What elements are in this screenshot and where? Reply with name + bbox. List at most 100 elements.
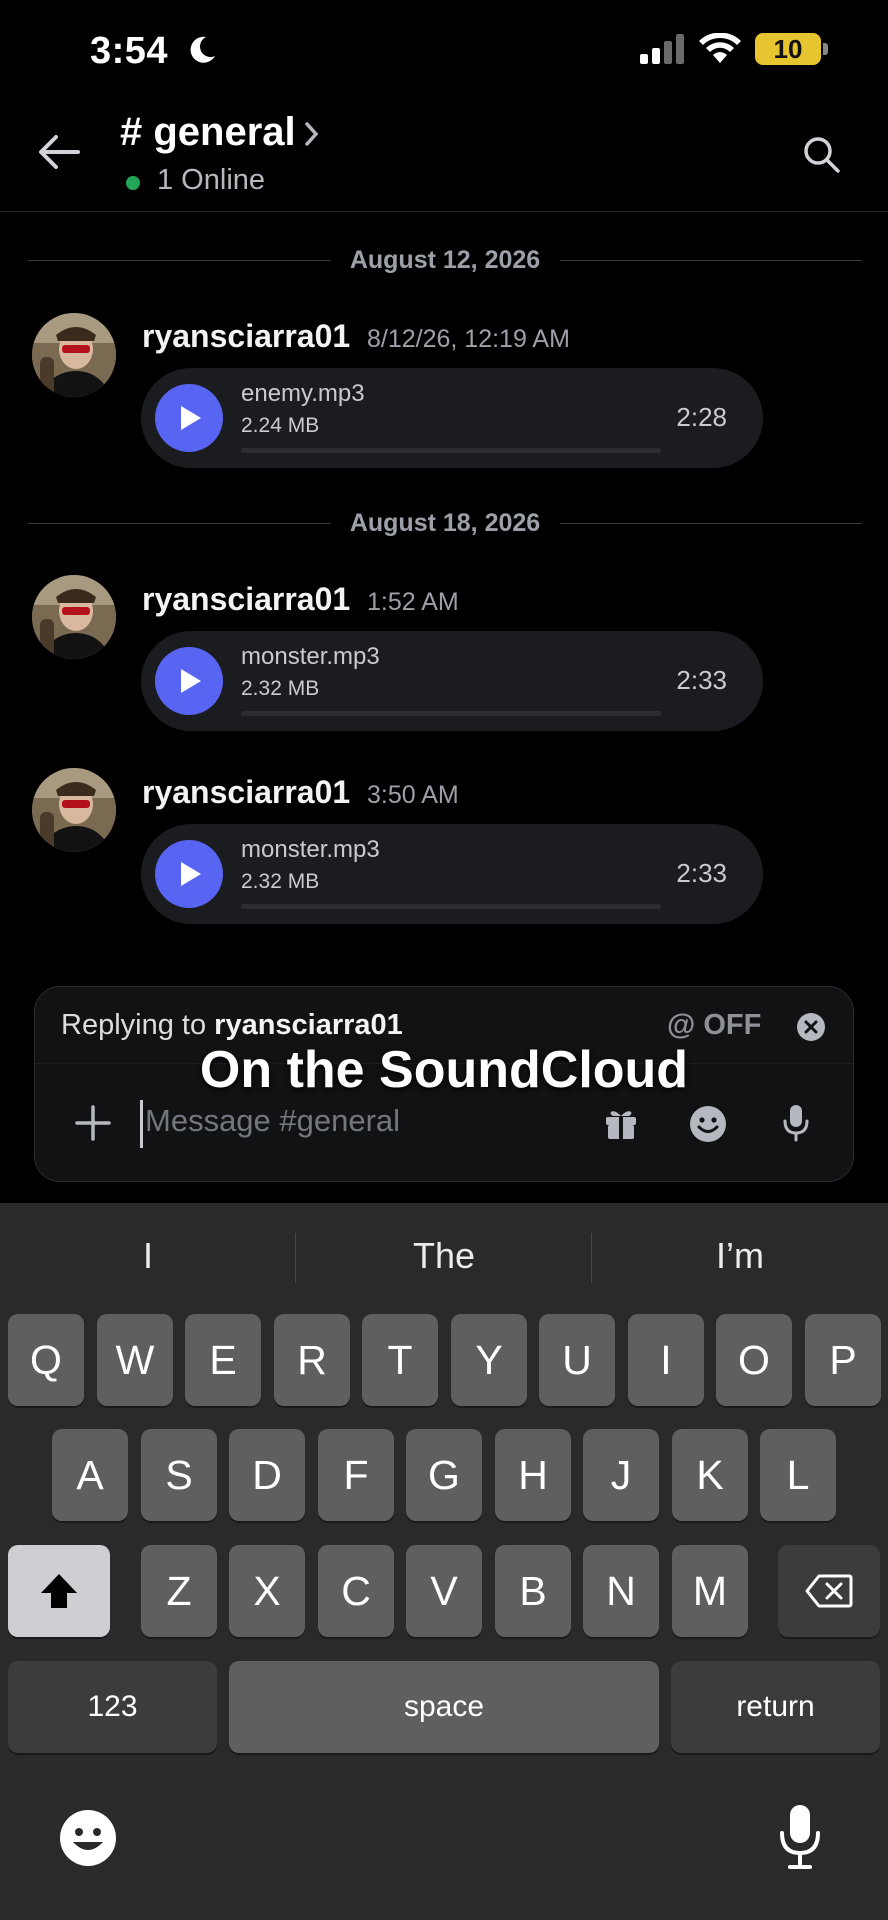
audio-progress-track[interactable] [241, 448, 661, 453]
status-time: 3:54 [90, 30, 169, 72]
key-i[interactable]: I [628, 1314, 704, 1406]
signal-icon [640, 34, 684, 64]
shift-icon [41, 1574, 77, 1608]
audio-duration: 2:28 [676, 402, 727, 432]
key-o[interactable]: O [716, 1314, 792, 1406]
microphone-icon[interactable] [781, 1103, 811, 1143]
avatar[interactable] [32, 768, 116, 852]
key-a[interactable]: A [52, 1429, 128, 1521]
play-icon [181, 406, 201, 430]
header-divider [0, 211, 888, 212]
audio-progress-track[interactable] [241, 711, 661, 716]
key-v[interactable]: V [406, 1545, 482, 1637]
suggestion-3[interactable]: I’m [600, 1235, 880, 1277]
keyboard: I The I’m Q W E R T Y U I O P A S D F G … [0, 1203, 888, 1920]
key-k[interactable]: K [672, 1429, 748, 1521]
play-icon [181, 862, 201, 886]
gift-icon[interactable] [603, 1105, 639, 1141]
plus-icon[interactable] [75, 1105, 111, 1141]
emoji-keyboard-icon[interactable] [58, 1808, 118, 1868]
key-w[interactable]: W [97, 1314, 173, 1406]
key-q[interactable]: Q [8, 1314, 84, 1406]
audio-filesize: 2.32 MB [241, 677, 320, 700]
video-caption: On the SoundCloud [199, 1041, 689, 1099]
search-icon[interactable] [802, 135, 842, 175]
key-t[interactable]: T [362, 1314, 438, 1406]
message-timestamp: 3:50 AM [367, 781, 459, 809]
shift-key[interactable] [8, 1545, 110, 1637]
message-username[interactable]: ryansciarra01 [142, 318, 350, 355]
back-arrow-icon[interactable] [38, 134, 80, 170]
key-u[interactable]: U [539, 1314, 615, 1406]
date-label: August 12, 2026 [349, 245, 541, 274]
key-y[interactable]: Y [451, 1314, 527, 1406]
message-username[interactable]: ryansciarra01 [142, 581, 350, 618]
suggestion-separator [591, 1233, 592, 1283]
play-icon [181, 669, 201, 693]
reply-banner: Replying to ryansciarra01 [61, 1009, 403, 1042]
key-g[interactable]: G [406, 1429, 482, 1521]
audio-filename[interactable]: enemy.mp3 [241, 380, 365, 408]
space-key[interactable]: space [229, 1661, 659, 1753]
chevron-right-icon[interactable] [302, 118, 322, 150]
close-icon [804, 1020, 818, 1034]
play-button[interactable] [155, 384, 223, 452]
audio-filesize: 2.24 MB [241, 414, 320, 437]
return-key[interactable]: return [671, 1661, 880, 1753]
key-z[interactable]: Z [141, 1545, 217, 1637]
key-n[interactable]: N [583, 1545, 659, 1637]
key-b[interactable]: B [495, 1545, 571, 1637]
text-caret [140, 1100, 143, 1148]
online-status-dot [126, 176, 140, 190]
date-divider: August 12, 2026 [28, 242, 863, 278]
key-l[interactable]: L [760, 1429, 836, 1521]
avatar-image [32, 313, 116, 397]
wifi-icon [699, 33, 741, 63]
key-r[interactable]: R [274, 1314, 350, 1406]
key-c[interactable]: C [318, 1545, 394, 1637]
key-m[interactable]: M [672, 1545, 748, 1637]
message-timestamp: 8/12/26, 12:19 AM [367, 325, 570, 353]
key-j[interactable]: J [583, 1429, 659, 1521]
message-timestamp: 1:52 AM [367, 588, 459, 616]
emoji-icon[interactable] [689, 1105, 727, 1143]
play-button[interactable] [155, 647, 223, 715]
audio-attachment: enemy.mp3 2.24 MB 2:28 [141, 368, 763, 468]
suggestion-1[interactable]: I [8, 1235, 288, 1277]
key-s[interactable]: S [141, 1429, 217, 1521]
avatar-image [32, 768, 116, 852]
audio-duration: 2:33 [676, 858, 727, 888]
audio-filename[interactable]: monster.mp3 [241, 643, 380, 671]
audio-duration: 2:33 [676, 665, 727, 695]
mention-toggle[interactable]: @ OFF [667, 1009, 761, 1042]
avatar[interactable] [32, 313, 116, 397]
battery-indicator: 10 [755, 33, 821, 65]
message-username[interactable]: ryansciarra01 [142, 774, 350, 811]
audio-filesize: 2.32 MB [241, 870, 320, 893]
backspace-icon [805, 1574, 853, 1608]
reply-username: ryansciarra01 [214, 1009, 403, 1041]
key-p[interactable]: P [805, 1314, 881, 1406]
numbers-key[interactable]: 123 [8, 1661, 217, 1753]
channel-title[interactable]: # general [120, 110, 296, 155]
avatar-image [32, 575, 116, 659]
key-d[interactable]: D [229, 1429, 305, 1521]
key-h[interactable]: H [495, 1429, 571, 1521]
moon-icon [190, 36, 215, 63]
cancel-reply-button[interactable] [797, 1013, 825, 1041]
dictation-mic-icon[interactable] [778, 1803, 822, 1871]
key-e[interactable]: E [185, 1314, 261, 1406]
backspace-key[interactable] [778, 1545, 880, 1637]
key-f[interactable]: F [318, 1429, 394, 1521]
date-label: August 18, 2026 [349, 508, 541, 537]
avatar[interactable] [32, 575, 116, 659]
audio-attachment: monster.mp3 2.32 MB 2:33 [141, 631, 763, 731]
audio-filename[interactable]: monster.mp3 [241, 836, 380, 864]
battery-tip [823, 43, 828, 55]
reply-prefix: Replying to [61, 1009, 215, 1041]
suggestion-2[interactable]: The [304, 1235, 584, 1277]
play-button[interactable] [155, 840, 223, 908]
audio-progress-track[interactable] [241, 904, 661, 909]
key-x[interactable]: X [229, 1545, 305, 1637]
message-input[interactable]: Message #general [145, 1103, 400, 1139]
